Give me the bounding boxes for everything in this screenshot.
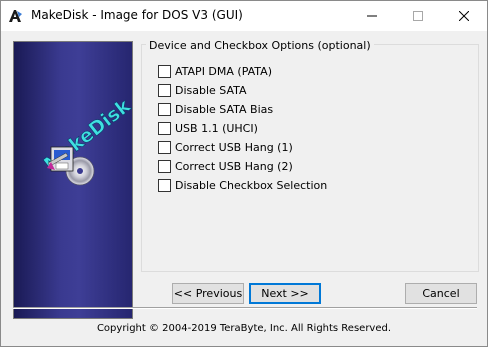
next-button[interactable]: Next >>: [249, 283, 321, 304]
checkbox[interactable]: [158, 102, 171, 116]
option-atapi-dma[interactable]: ATAPI DMA (PATA): [158, 64, 272, 78]
footer-divider: [13, 307, 477, 309]
option-disable-sata-bias[interactable]: Disable SATA Bias: [158, 102, 273, 116]
checkbox[interactable]: [158, 178, 171, 192]
checkbox[interactable]: [158, 159, 171, 173]
option-label: Correct USB Hang (2): [175, 159, 293, 173]
checkbox[interactable]: [158, 64, 171, 78]
maximize-icon: [413, 11, 423, 21]
group-label: Device and Checkbox Options (optional): [146, 39, 374, 52]
dialog-client-area: MakeDisk Device and Checkbox Options (op…: [1, 31, 487, 346]
maximize-button[interactable]: [395, 1, 441, 31]
banner-graphic: MakeDisk: [40, 94, 132, 186]
options-groupbox: [141, 44, 479, 272]
option-label: Disable Checkbox Selection: [175, 178, 328, 192]
minimize-button[interactable]: [349, 1, 395, 31]
copyright-text: Copyright © 2004-2019 TeraByte, Inc. All…: [96, 323, 392, 334]
checkbox[interactable]: [158, 140, 171, 154]
checkbox[interactable]: [158, 83, 171, 97]
option-label: ATAPI DMA (PATA): [175, 64, 272, 78]
option-disable-sata[interactable]: Disable SATA: [158, 83, 247, 97]
option-usb-uhci[interactable]: USB 1.1 (UHCI): [158, 121, 258, 135]
minimize-icon: [367, 15, 377, 17]
previous-button[interactable]: << Previous: [172, 283, 244, 304]
checkbox[interactable]: [158, 121, 171, 135]
option-label: Disable SATA Bias: [175, 102, 274, 116]
option-label: USB 1.1 (UHCI): [175, 121, 258, 135]
title-bar[interactable]: MakeDisk - Image for DOS V3 (GUI): [1, 1, 487, 31]
disk-program-icon: [47, 146, 95, 186]
app-icon: [9, 10, 22, 22]
cancel-button[interactable]: Cancel: [405, 283, 477, 304]
option-disable-checkbox-selection[interactable]: Disable Checkbox Selection: [158, 178, 327, 192]
close-button[interactable]: [441, 1, 487, 31]
makedisk-window: MakeDisk - Image for DOS V3 (GUI) MakeDi…: [0, 0, 488, 347]
window-title: MakeDisk - Image for DOS V3 (GUI): [31, 8, 243, 22]
option-label: Disable SATA: [175, 83, 247, 97]
option-label: Correct USB Hang (1): [175, 140, 293, 154]
close-icon: [459, 11, 469, 21]
makedisk-banner: MakeDisk: [13, 41, 133, 319]
option-correct-usb-hang-1[interactable]: Correct USB Hang (1): [158, 140, 293, 154]
option-correct-usb-hang-2[interactable]: Correct USB Hang (2): [158, 159, 293, 173]
